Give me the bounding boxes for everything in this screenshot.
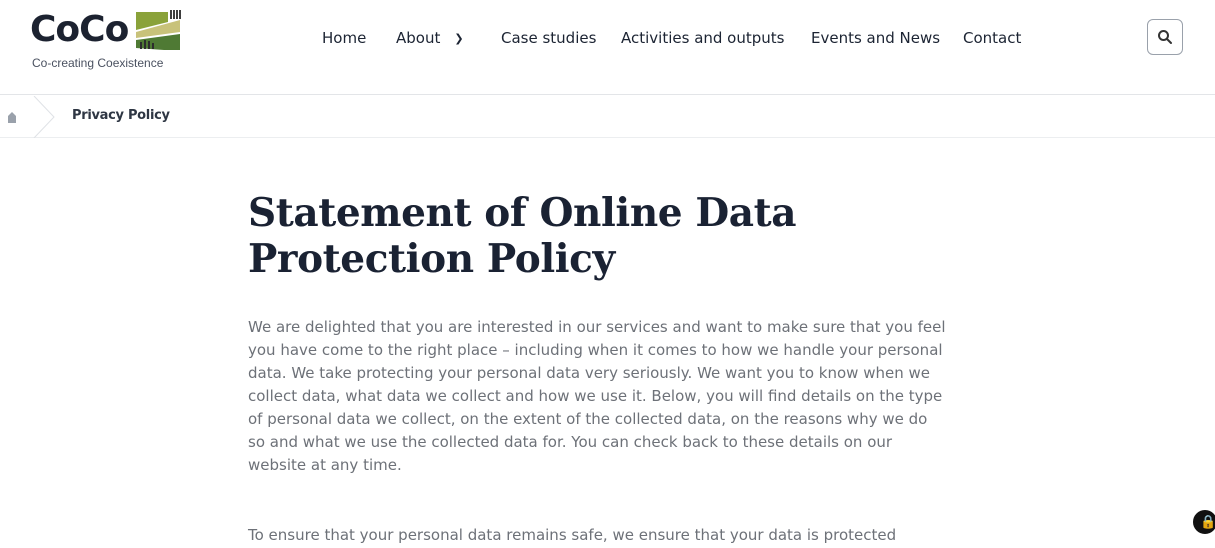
breadcrumb-separator — [33, 96, 55, 138]
search-button[interactable] — [1147, 19, 1183, 55]
body-paragraph: To ensure that your personal data remain… — [248, 526, 897, 544]
nav-contact[interactable]: Contact — [963, 29, 1021, 47]
logo-wordmark: CoCo — [30, 9, 129, 50]
nav-events-news[interactable]: Events and News — [811, 29, 940, 47]
privacy-settings-button[interactable]: 🔒 — [1191, 508, 1215, 536]
breadcrumb: Privacy Policy — [0, 96, 1215, 138]
nav-case-studies[interactable]: Case studies — [501, 29, 596, 47]
lock-icon: 🔒 — [1200, 514, 1215, 529]
intro-paragraph: We are delighted that you are interested… — [248, 318, 946, 474]
site-logo[interactable]: CoCo Co-creating Coexistence — [30, 8, 190, 74]
breadcrumb-current: Privacy Policy — [72, 108, 170, 123]
chevron-down-icon[interactable]: ❯ — [454, 32, 463, 45]
page-title: Statement of Online Data Protection Poli… — [248, 190, 797, 282]
nav-about[interactable]: About ❯ — [396, 29, 464, 47]
nav-home[interactable]: Home — [322, 29, 366, 47]
site-header: CoCo Co-creating Coexistence Home About ❯… — [0, 0, 1215, 95]
logo-tagline: Co-creating Coexistence — [32, 56, 164, 70]
home-icon[interactable] — [7, 110, 17, 124]
nav-activities-outputs[interactable]: Activities and outputs — [621, 29, 784, 47]
nav-about-label: About — [396, 29, 441, 47]
search-icon — [1158, 30, 1172, 44]
logo-fields-icon — [136, 10, 181, 50]
